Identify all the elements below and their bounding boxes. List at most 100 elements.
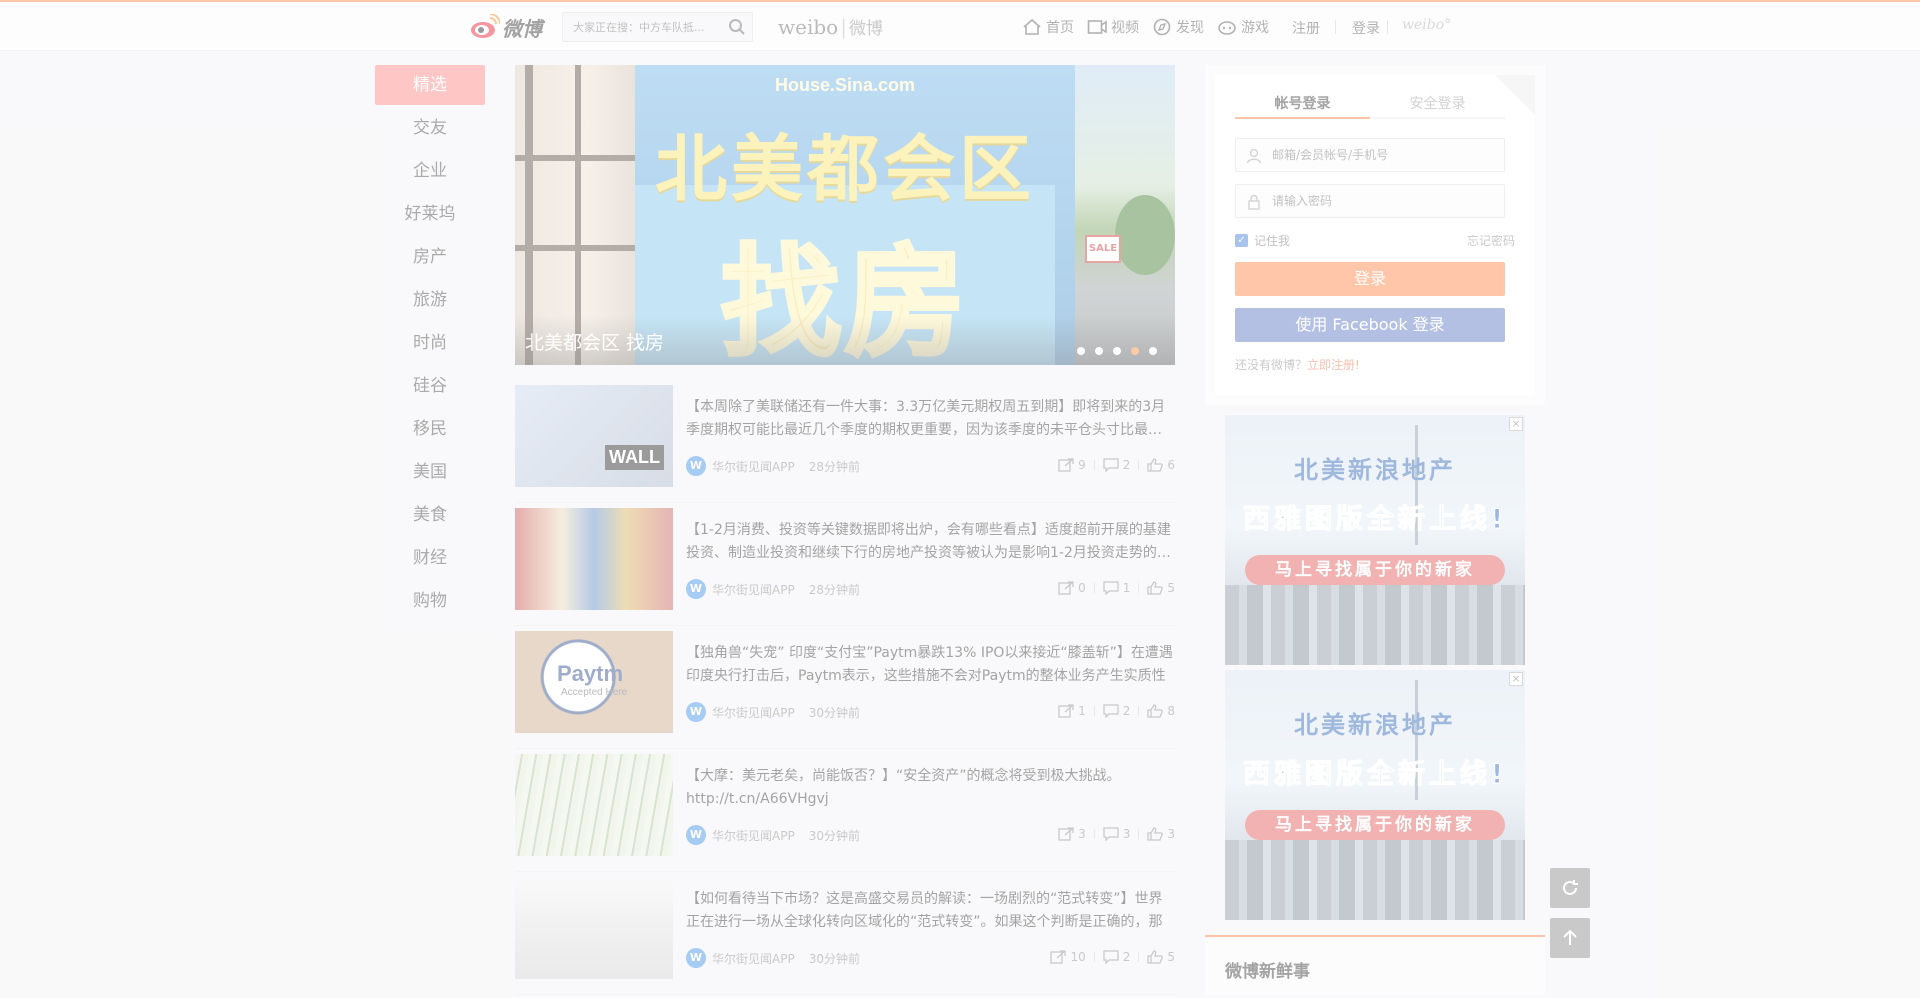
back-to-top-button[interactable]	[1550, 918, 1590, 958]
channel-item-business[interactable]: 企业	[375, 151, 485, 194]
signup-link[interactable]: 立即注册!	[1307, 358, 1360, 372]
weibo-brand[interactable]: weibo | 微博	[778, 14, 883, 39]
no-account-text: 还没有微博？	[1235, 358, 1308, 372]
forgot-password-link[interactable]: 忘记密码	[1467, 232, 1515, 249]
source-avatar[interactable]: W	[686, 579, 706, 599]
register-link[interactable]: 注册	[1292, 18, 1320, 38]
tab-secure-login[interactable]: 安全登录	[1370, 93, 1505, 119]
tab-account-login[interactable]: 帐号登录	[1235, 93, 1370, 119]
username-input[interactable]	[1236, 139, 1466, 171]
feed-item[interactable]: WALL 【本周除了美联储还有一件大事：3.3万亿美元期权周五到期】即将到来的3月…	[515, 380, 1175, 503]
close-icon[interactable]: ×	[1509, 417, 1523, 431]
nav-divider	[1335, 20, 1336, 34]
channel-item-shopping[interactable]: 购物	[375, 581, 485, 624]
carousel-dot[interactable]	[1113, 347, 1121, 355]
feed-thumbnail[interactable]: Paytm Accepted Here	[515, 631, 673, 733]
remember-me[interactable]: ✓ 记住我	[1235, 232, 1290, 249]
repost-button[interactable]: 0	[1058, 581, 1086, 595]
feed-thumbnail[interactable]	[515, 508, 673, 610]
login-button[interactable]: 登录	[1235, 262, 1505, 296]
repost-button[interactable]: 1	[1058, 704, 1086, 718]
feed-item[interactable]: 【如何看待当下市场？这是高盛交易员的解读：一场剧烈的“范式转变”】世界正在进行一…	[515, 872, 1175, 995]
nav-game[interactable]: 游戏	[1217, 17, 1269, 37]
channel-item-usa[interactable]: 美国	[375, 452, 485, 495]
channel-item-finance[interactable]: 财经	[375, 538, 485, 581]
like-button[interactable]: 3	[1147, 827, 1175, 841]
feed-source[interactable]: 华尔街见闻APP	[712, 704, 795, 721]
channel-item-real-estate[interactable]: 房产	[375, 237, 485, 280]
feed-item[interactable]: 【1-2月消费、投资等关键数据即将出炉，会有哪些看点】适度超前开展的基建投资、制…	[515, 503, 1175, 626]
close-icon[interactable]: ×	[1509, 672, 1523, 686]
ad-cta[interactable]: 马上寻找属于你的新家	[1245, 810, 1505, 840]
search-input[interactable]	[563, 13, 723, 41]
comment-button[interactable]: 2	[1103, 950, 1130, 964]
channel-item-dating[interactable]: 交友	[375, 108, 485, 151]
banner-carousel[interactable]: SALE House.Sina.com 北美都会区 找房 北美都会区 找房	[515, 65, 1175, 365]
feed-source[interactable]: 华尔街见闻APP	[712, 827, 795, 844]
repost-button[interactable]: 9	[1058, 458, 1086, 472]
feed-source[interactable]: 华尔街见闻APP	[712, 458, 795, 475]
weibo-logo[interactable]: 微博	[470, 12, 542, 42]
refresh-button[interactable]	[1550, 868, 1590, 908]
channel-item-hollywood[interactable]: 好莱坞	[375, 194, 485, 237]
channel-item-fashion[interactable]: 时尚	[375, 323, 485, 366]
carousel-dot[interactable]	[1095, 347, 1103, 355]
carousel-dot[interactable]	[1149, 347, 1157, 355]
feed-source[interactable]: 华尔街见闻APP	[712, 950, 795, 967]
feed-text[interactable]: 【独角兽“失宠” 印度“支付宝”Paytm暴跌13% IPO以来接近“膝盖斩”】…	[686, 642, 1175, 688]
comment-button[interactable]: 2	[1103, 704, 1130, 718]
like-button[interactable]: 5	[1147, 581, 1175, 595]
feed-thumbnail[interactable]: WALL	[515, 385, 673, 487]
feed-thumbnail[interactable]	[515, 877, 673, 979]
channel-item-immigration[interactable]: 移民	[375, 409, 485, 452]
banner-caption[interactable]: 北美都会区 找房	[525, 328, 664, 355]
repost-button[interactable]: 10	[1050, 950, 1086, 964]
nav-video[interactable]: 视频	[1087, 17, 1139, 37]
source-avatar[interactable]: W	[686, 702, 706, 722]
password-input[interactable]	[1236, 185, 1466, 217]
weibo-news-heading: 微博新鲜事	[1205, 935, 1545, 995]
feed-text[interactable]: 【1-2月消费、投资等关键数据即将出炉，会有哪些看点】适度超前开展的基建投资、制…	[686, 519, 1175, 565]
feed-text[interactable]: 【本周除了美联储还有一件大事：3.3万亿美元期权周五到期】即将到来的3月季度期权…	[686, 396, 1175, 442]
source-avatar[interactable]: W	[686, 456, 706, 476]
repost-count: 9	[1078, 458, 1086, 472]
feed-text[interactable]: 【大摩：美元老矣，尚能饭否？】“安全资产”的概念将受到极大挑战。 http://…	[686, 765, 1175, 811]
ad-banner[interactable]: 北美新浪地产 西雅图版全新上线! 马上寻找属于你的新家 ×	[1225, 415, 1525, 665]
checkbox-checked-icon[interactable]: ✓	[1235, 234, 1248, 247]
nav-discover[interactable]: 发现	[1152, 17, 1204, 37]
comment-button[interactable]: 2	[1103, 458, 1130, 472]
like-button[interactable]: 5	[1147, 950, 1175, 964]
channel-item-travel[interactable]: 旅游	[375, 280, 485, 323]
nav-home[interactable]: 首页	[1022, 17, 1074, 37]
carousel-dot-active[interactable]	[1131, 347, 1139, 355]
feed-item[interactable]: Paytm Accepted Here 【独角兽“失宠” 印度“支付宝”Paytm暴…	[515, 626, 1175, 749]
ad-banner[interactable]: 北美新浪地产 西雅图版全新上线! 马上寻找属于你的新家 ×	[1225, 670, 1525, 920]
channel-item-silicon-valley[interactable]: 硅谷	[375, 366, 485, 409]
banner-headline: 北美都会区	[654, 127, 1035, 211]
repost-count: 0	[1078, 581, 1086, 595]
login-link[interactable]: 登录	[1352, 18, 1380, 38]
source-avatar[interactable]: W	[686, 948, 706, 968]
feed-source[interactable]: 华尔街见闻APP	[712, 581, 795, 598]
source-avatar[interactable]: W	[686, 825, 706, 845]
search-icon[interactable]	[728, 18, 746, 36]
feed-thumbnail[interactable]	[515, 754, 673, 856]
feed-text[interactable]: 【如何看待当下市场？这是高盛交易员的解读：一场剧烈的“范式转变”】世界正在进行一…	[686, 888, 1175, 934]
ad-cta[interactable]: 马上寻找属于你的新家	[1245, 555, 1505, 585]
facebook-login-button[interactable]: 使用 Facebook 登录	[1235, 308, 1505, 342]
feed-actions: 1 2 8	[1058, 704, 1175, 718]
repost-button[interactable]: 3	[1058, 827, 1086, 841]
thumb-label: WALL	[605, 445, 664, 470]
like-count: 5	[1167, 581, 1175, 595]
comment-button[interactable]: 1	[1103, 581, 1130, 595]
like-button[interactable]: 6	[1147, 458, 1175, 472]
feed-time: 28分钟前	[808, 582, 860, 597]
like-button[interactable]: 8	[1147, 704, 1175, 718]
thumb-label: Paytm	[557, 661, 624, 686]
city-skyline-image	[1225, 585, 1525, 665]
feed-item[interactable]: 【大摩：美元老矣，尚能饭否？】“安全资产”的概念将受到极大挑战。 http://…	[515, 749, 1175, 872]
channel-item-featured[interactable]: 精选	[375, 65, 485, 105]
channel-item-food[interactable]: 美食	[375, 495, 485, 538]
comment-button[interactable]: 3	[1103, 827, 1130, 841]
carousel-dot[interactable]	[1077, 347, 1085, 355]
